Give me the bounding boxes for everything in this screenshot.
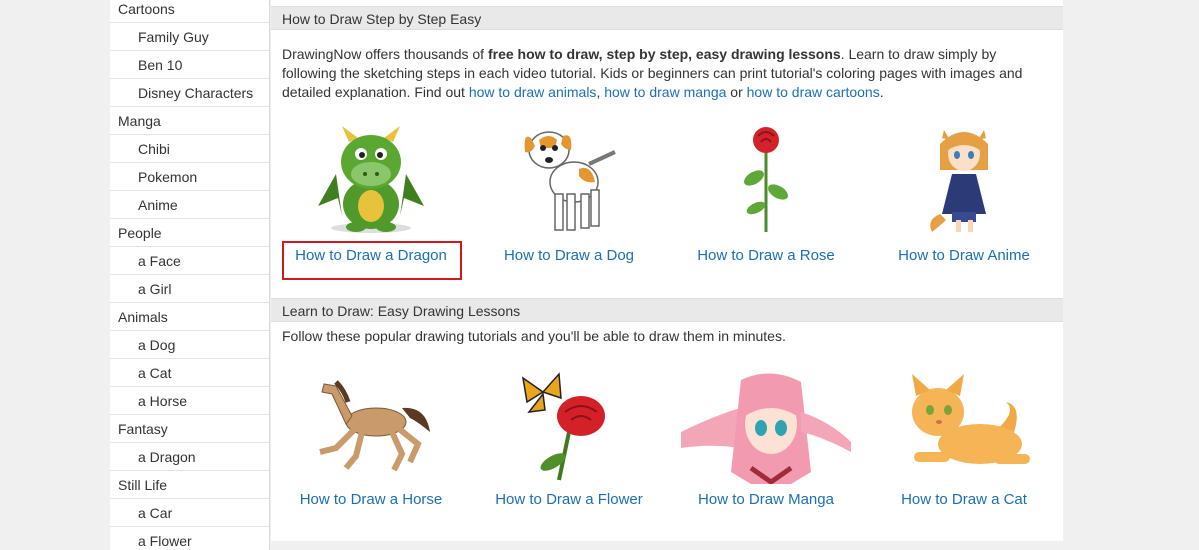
sidebar-item-a-dragon[interactable]: a Dragon: [110, 443, 269, 471]
sidebar-list: Cartoons Family Guy Ben 10 Disney Charac…: [110, 0, 269, 550]
highlight-box: [282, 241, 462, 280]
sidebar-item-manga[interactable]: Manga: [110, 107, 269, 135]
sidebar-item-a-girl[interactable]: a Girl: [110, 275, 269, 303]
sidebar-item-family-guy[interactable]: Family Guy: [110, 23, 269, 51]
link-draw-animals[interactable]: how to draw animals: [469, 84, 597, 100]
dog-icon[interactable]: [499, 122, 639, 237]
dragon-icon[interactable]: [301, 122, 441, 237]
sidebar-item-fantasy[interactable]: Fantasy: [110, 415, 269, 443]
intro-text: DrawingNow offers thousands of: [282, 46, 488, 62]
sidebar-item-cartoons[interactable]: Cartoons: [110, 0, 269, 23]
section-title-lessons: Learn to Draw: Easy Drawing Lessons: [271, 298, 1063, 322]
sidebar-item-still-life[interactable]: Still Life: [110, 471, 269, 499]
sidebar-item-anime[interactable]: Anime: [110, 191, 269, 219]
sidebar-item-chibi[interactable]: Chibi: [110, 135, 269, 163]
sidebar: Cartoons Family Guy Ben 10 Disney Charac…: [110, 0, 270, 550]
link-how-to-draw-horse[interactable]: How to Draw a Horse: [281, 491, 461, 508]
sidebar-item-a-dog[interactable]: a Dog: [110, 331, 269, 359]
sidebar-item-animals[interactable]: Animals: [110, 303, 269, 331]
footer-band: [271, 541, 1063, 550]
link-draw-cartoons[interactable]: how to draw cartoons: [747, 84, 880, 100]
link-how-to-draw-cat[interactable]: How to Draw a Cat: [874, 491, 1054, 508]
link-how-to-draw-rose[interactable]: How to Draw a Rose: [676, 247, 856, 264]
manga-icon[interactable]: [681, 370, 851, 485]
link-draw-manga[interactable]: how to draw manga: [604, 84, 726, 100]
anime-icon[interactable]: [894, 122, 1034, 237]
sidebar-item-pokemon[interactable]: Pokemon: [110, 163, 269, 191]
sidebar-item-disney-characters[interactable]: Disney Characters: [110, 79, 269, 107]
intro-text: .: [879, 84, 884, 100]
intro-bold-text: free how to draw, step by step, easy dra…: [487, 46, 841, 62]
section-title-easy: How to Draw Step by Step Easy: [271, 6, 1063, 30]
lessons-intro: Follow these popular drawing tutorials a…: [282, 328, 786, 344]
intro-paragraph: DrawingNow offers thousands of free how …: [282, 45, 1042, 102]
intro-text: or: [726, 84, 747, 100]
main-content: How to Draw Step by Step Easy DrawingNow…: [271, 0, 1063, 550]
sidebar-item-a-cat[interactable]: a Cat: [110, 359, 269, 387]
link-how-to-draw-anime[interactable]: How to Draw Anime: [874, 247, 1054, 264]
link-how-to-draw-manga[interactable]: How to Draw Manga: [661, 491, 871, 508]
sidebar-item-a-flower[interactable]: a Flower: [110, 527, 269, 550]
sidebar-item-people[interactable]: People: [110, 219, 269, 247]
link-how-to-draw-dog[interactable]: How to Draw a Dog: [479, 247, 659, 264]
sidebar-item-a-car[interactable]: a Car: [110, 499, 269, 527]
horse-icon[interactable]: [301, 370, 441, 485]
flower-icon[interactable]: [499, 370, 639, 485]
sidebar-item-ben-10[interactable]: Ben 10: [110, 51, 269, 79]
link-how-to-draw-flower[interactable]: How to Draw a Flower: [479, 491, 659, 508]
cat-icon[interactable]: [894, 370, 1034, 485]
sidebar-item-a-face[interactable]: a Face: [110, 247, 269, 275]
sidebar-item-a-horse[interactable]: a Horse: [110, 387, 269, 415]
rose-icon[interactable]: [696, 122, 836, 237]
